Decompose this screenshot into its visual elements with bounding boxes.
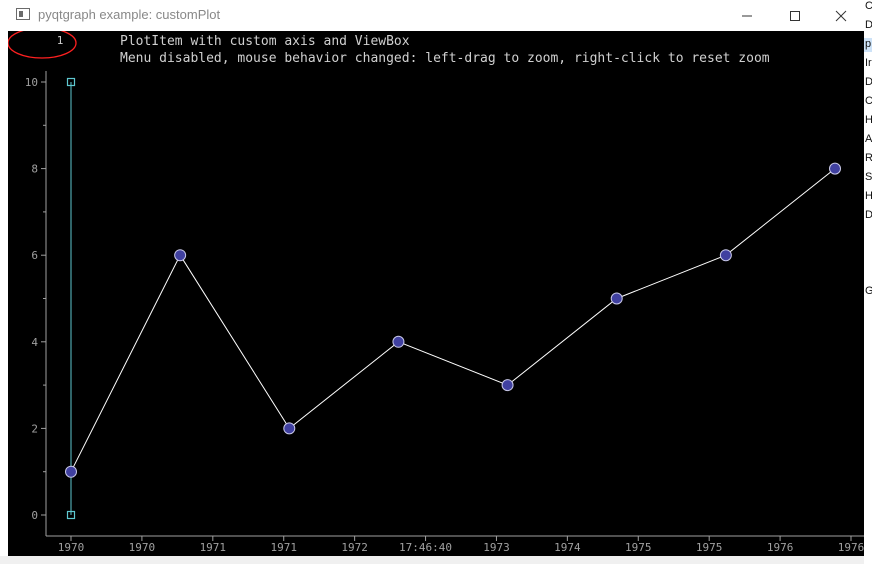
- roi-line-group[interactable]: [66, 77, 76, 520]
- plot-axes: 0 2 4 6 8 10 1970 1970 1971 1971 1972 17:46:40 1973 1…: [25, 71, 864, 554]
- x-tick-label: 1971: [200, 541, 227, 554]
- data-point: [283, 422, 296, 435]
- red-annotation-circle: [7, 27, 77, 59]
- y-tick-label: 2: [31, 422, 38, 435]
- close-button[interactable]: [818, 0, 864, 31]
- background-row-letter: A: [865, 133, 872, 145]
- data-point: [829, 162, 841, 175]
- background-row-letter: D: [865, 19, 872, 31]
- x-tick-label: 1975: [696, 541, 723, 554]
- x-tick-label: 1970: [58, 541, 85, 554]
- data-point: [174, 249, 187, 262]
- x-tick-label: 1975: [625, 541, 652, 554]
- plot-svg[interactable]: 1 PlotItem with custom axis and ViewBox …: [7, 27, 864, 556]
- background-row-letter: R: [865, 152, 872, 164]
- background-row-letter: G: [865, 285, 872, 297]
- y-tick-label: 8: [31, 163, 38, 176]
- x-tick-label: 1972: [341, 541, 368, 554]
- background-row-letter: C: [865, 95, 872, 107]
- y-tick-label: 0: [31, 509, 38, 522]
- background-row-letter: H: [865, 114, 872, 126]
- background-row-letter: p: [865, 38, 872, 50]
- background-row-letter: S: [865, 171, 872, 183]
- background-row-letter: D: [865, 76, 872, 88]
- plot-canvas[interactable]: 1 PlotItem with custom axis and ViewBox …: [7, 27, 864, 556]
- background-window-edge: C Dp Ir D C H A R S H D G: [864, 0, 872, 564]
- window-bottom-edge: [0, 556, 864, 564]
- x-tick-label: 1976: [838, 541, 864, 554]
- x-tick-label: 1974: [554, 541, 581, 554]
- y-tick-label: 6: [31, 249, 38, 262]
- x-tick-label: 1976: [767, 541, 794, 554]
- plot-title-line2: Menu disabled, mouse behavior changed: l…: [120, 51, 770, 66]
- background-row-letter: C: [865, 0, 872, 12]
- plot-title-line1: PlotItem with custom axis and ViewBox: [120, 34, 410, 49]
- title-bar[interactable]: pyqtgraph example: customPlot: [0, 0, 864, 31]
- series-line: [70, 168, 836, 472]
- window-app-icon: [16, 8, 30, 20]
- data-point: [392, 335, 405, 348]
- y-tick-label: 4: [31, 336, 38, 349]
- background-row-letter: H: [865, 190, 872, 202]
- data-point: [610, 292, 623, 305]
- x-tick-label: 17:46:40: [399, 541, 452, 554]
- data-point: [719, 249, 732, 262]
- x-tick-label: 1971: [270, 541, 297, 554]
- background-row-letter: Ir: [865, 57, 872, 69]
- x-tick-label: 1970: [129, 541, 156, 554]
- x-tick-label: 1973: [483, 541, 510, 554]
- window-title: pyqtgraph example: customPlot: [38, 7, 221, 22]
- app-window: pyqtgraph example: customPlot 1 PlotItem…: [0, 0, 864, 564]
- y-tick-label: 10: [25, 76, 38, 89]
- maximize-button[interactable]: [772, 0, 818, 31]
- minimize-button[interactable]: [724, 0, 770, 31]
- background-row-letter: D: [865, 209, 872, 221]
- data-point: [65, 465, 77, 478]
- minimize-icon: [742, 15, 752, 16]
- data-series: [65, 162, 841, 478]
- close-icon: [835, 10, 847, 21]
- range-label: 1: [57, 34, 64, 47]
- data-point: [501, 379, 514, 392]
- maximize-icon: [790, 10, 800, 21]
